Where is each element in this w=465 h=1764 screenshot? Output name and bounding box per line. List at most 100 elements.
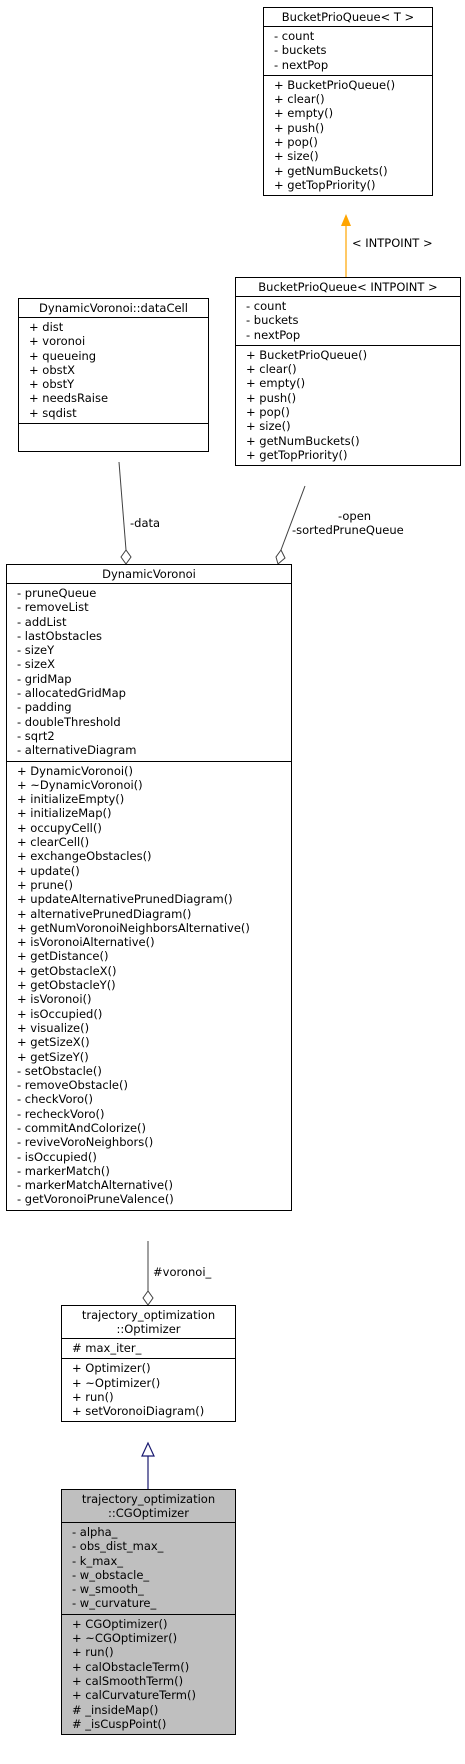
inheritance-arrowhead (141, 1441, 155, 1457)
attribute-item: - sqrt2 (17, 728, 55, 743)
attribute-item: + voronoi (29, 334, 86, 349)
method-item: + empty() (274, 106, 334, 121)
class-title: trajectory_optimization::CGOptimizer (62, 1490, 235, 1522)
method-item: + alternativePrunedDiagram() (17, 906, 192, 921)
method-item: + getDistance() (17, 949, 109, 964)
method-item: + run() (72, 1645, 114, 1660)
method-item: + getNumVoronoiNeighborsAlternative() (17, 920, 250, 935)
attributes-section: - count - buckets - nextPop (236, 296, 460, 345)
method-item: - checkVoro() (17, 1092, 93, 1107)
method-item: + getTopPriority() (246, 447, 348, 462)
attribute-item: - gridMap (17, 671, 72, 686)
template-edge-label: < INTPOINT > (352, 236, 433, 250)
method-item: + push() (246, 390, 297, 405)
attribute-item: - sizeX (17, 657, 55, 672)
method-item: + getObstacleY() (17, 978, 116, 993)
method-item: + calCurvatureTerm() (72, 1688, 196, 1703)
attribute-item: - doubleThreshold (17, 714, 121, 729)
attribute-item: + dist (29, 320, 64, 334)
method-item: + size() (246, 419, 291, 434)
attribute-item: + needsRaise (29, 391, 109, 406)
sorted-queue-edge-label: -sortedPruneQueue (292, 523, 404, 537)
class-title-line: trajectory_optimization (81, 1492, 216, 1506)
method-item: + run() (72, 1389, 114, 1404)
attribute-item: - alternativeDiagram (17, 743, 137, 758)
method-item: - commitAndColorize() (17, 1120, 147, 1135)
voronoi-edge-label: #voronoi_ (153, 1265, 212, 1279)
attribute-item: - nextPop (246, 327, 301, 342)
method-item: + prune() (17, 877, 73, 892)
method-item: + clear() (274, 92, 325, 107)
attribute-item: - sizeY (17, 643, 55, 658)
methods-section: + DynamicVoronoi() + ~DynamicVoronoi() + i… (7, 760, 291, 1210)
attributes-section: # max_iter_ (62, 1338, 235, 1358)
method-item: + updateAlternativePrunedDiagram() (17, 892, 233, 907)
class-title-line: BucketPrioQueue< INTPOINT > (258, 280, 438, 294)
voronoi-aggregation-diamond (142, 1290, 154, 1306)
method-item: + getSizeY() (17, 1049, 89, 1064)
method-item: + getSizeX() (17, 1035, 90, 1050)
method-item: + calSmoothTerm() (72, 1673, 184, 1688)
dynamic-voronoi-class[interactable]: DynamicVoronoi - pruneQueue - removeList - … (6, 564, 292, 1211)
attribute-item: - lastObstacles (17, 628, 103, 643)
attribute-item: - pruneQueue (17, 586, 97, 600)
bucket-prio-queue-intpoint-class[interactable]: BucketPrioQueue< INTPOINT > - count - buck… (235, 277, 461, 467)
methods-section: + BucketPrioQueue() + clear() + empty() + p… (264, 74, 432, 195)
method-item: + CGOptimizer() (72, 1616, 168, 1631)
class-title: BucketPrioQueue< INTPOINT > (236, 278, 460, 296)
optimizer-class[interactable]: trajectory_optimization::Optimizer # max_… (61, 1305, 236, 1423)
attribute-item: - buckets (246, 313, 299, 328)
queue-edge (280, 485, 306, 551)
method-item: + setVoronoiDiagram() (72, 1404, 205, 1419)
class-title-line: trajectory_optimization (81, 1308, 216, 1322)
cg-optimizer-class[interactable]: trajectory_optimization::CGOptimizer- al… (61, 1489, 236, 1736)
attribute-item: - allocatedGridMap (17, 686, 126, 701)
method-item: - setObstacle() (17, 1063, 102, 1078)
method-item: + pop() (274, 135, 318, 150)
class-title-line: ::CGOptimizer (108, 1506, 189, 1520)
attribute-item: - w_curvature_ (72, 1596, 157, 1611)
attribute-item: - addList (17, 614, 67, 629)
method-item: - markerMatchAlternative() (17, 1178, 173, 1193)
method-item: - removeObstacle() (17, 1078, 128, 1093)
methods-section: + Optimizer() + ~Optimizer() + run() + setV… (62, 1358, 235, 1421)
method-item: - markerMatch() (17, 1163, 110, 1178)
template-arrowhead (341, 214, 351, 226)
queue-aggregation-diamond (275, 549, 286, 565)
method-item: + clearCell() (17, 835, 90, 850)
class-title-line: BucketPrioQueue< T > (281, 10, 415, 24)
class-title: BucketPrioQueue< T > (264, 8, 432, 26)
method-item: + empty() (246, 376, 306, 391)
method-item: + getObstacleX() (17, 963, 117, 978)
method-item: + ~DynamicVoronoi() (17, 777, 143, 792)
method-item: + isVoronoiAlternative() (17, 935, 155, 950)
method-item: - isOccupied() (17, 1149, 97, 1164)
open-edge-label: -open (338, 509, 372, 523)
attribute-item: + obstY (29, 377, 75, 392)
method-item: + ~Optimizer() (72, 1375, 161, 1390)
method-item: + pop() (246, 405, 290, 420)
method-item: + ~CGOptimizer() (72, 1631, 178, 1646)
methods-section: + BucketPrioQueue() + clear() + empty() + p… (236, 344, 460, 465)
datacell-class[interactable]: DynamicVoronoi::dataCell + dist + voronoi +… (18, 298, 209, 453)
method-item: + exchangeObstacles() (17, 849, 152, 864)
method-item: + visualize() (17, 1020, 90, 1035)
method-item: + getNumBuckets() (274, 163, 388, 178)
bucket-prio-queue-t-class[interactable]: BucketPrioQueue< T > - count - buckets - ne… (263, 7, 433, 197)
method-item: + BucketPrioQueue() (246, 347, 368, 362)
data-edge (118, 461, 127, 551)
class-title-line: DynamicVoronoi (102, 567, 196, 581)
data-edge-label: -data (130, 516, 161, 530)
method-item: - reviveVoroNeighbors() (17, 1135, 154, 1150)
method-item: + initializeEmpty() (17, 792, 125, 807)
attribute-item: # max_iter_ (72, 1341, 142, 1355)
method-item: - getVoronoiPruneValence() (17, 1192, 174, 1207)
method-item: + getTopPriority() (274, 177, 376, 192)
methods-section (19, 423, 208, 451)
attribute-item: - padding (17, 700, 72, 715)
attribute-item: - alpha_ (72, 1525, 118, 1539)
method-item: + size() (274, 149, 319, 164)
attribute-item: - buckets (274, 43, 327, 58)
attribute-item: + obstX (29, 362, 76, 377)
method-item: # _isCuspPoint() (72, 1716, 167, 1731)
